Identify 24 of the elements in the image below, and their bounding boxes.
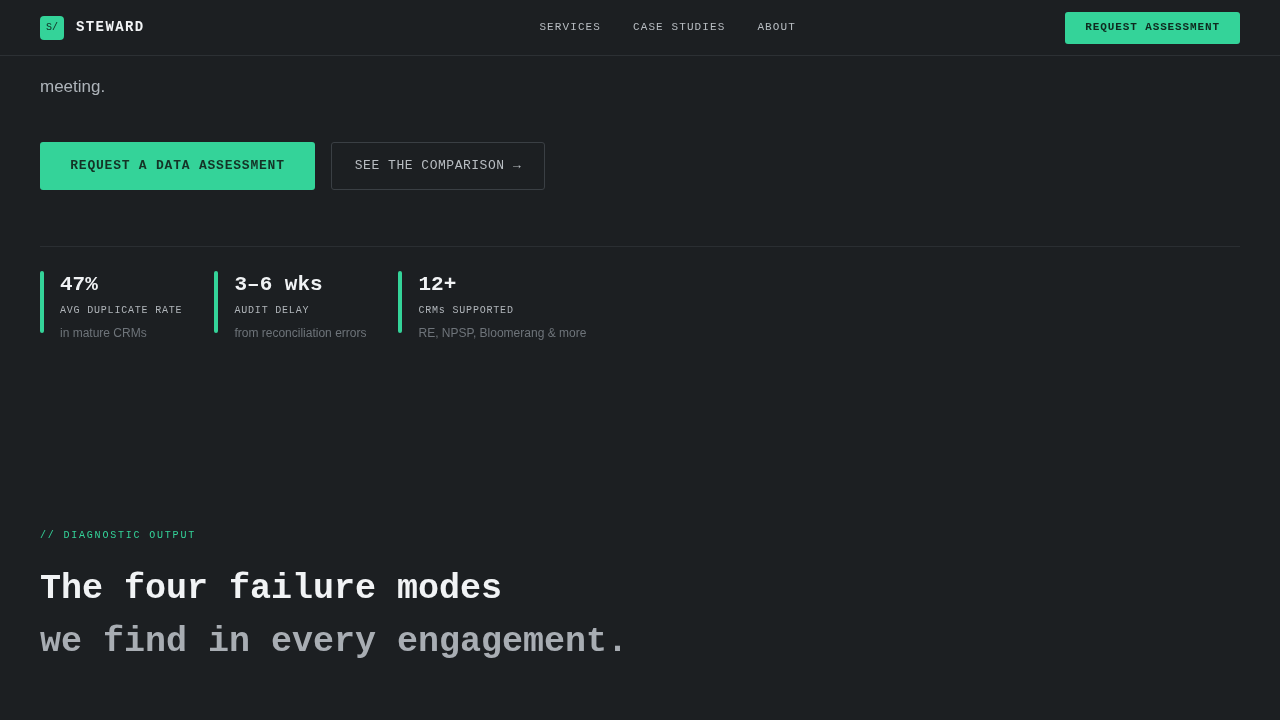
hero-text: meeting. [40,76,107,98]
accent-bar [214,271,219,333]
see-comparison-button[interactable]: SEE THE COMPARISON → [331,142,545,190]
brand-name: STEWARD [76,18,145,37]
stat-note: in mature CRMs [60,325,148,342]
request-data-assessment-button[interactable]: REQUEST A DATA ASSESSMENT [40,142,315,190]
nav-link[interactable]: SERVICES [539,19,601,36]
section-eyebrow: // DIAGNOSTIC OUTPUT [40,529,198,543]
nav-link[interactable]: CASE STUDIES [633,19,726,36]
section-subtitle: we find in every engagement. [40,621,630,664]
accent-bar [398,271,403,333]
stat-note: RE, NPSP, Bloomerang & more [418,325,587,342]
stat-value: 3–6 wks [234,272,324,298]
nav-link[interactable]: ABOUT [757,19,796,36]
logo-mark: S/ [40,15,64,40]
request-assessment-button[interactable]: REQUEST ASSESSMENT [1065,11,1240,44]
stat-note: from reconciliation errors [234,325,367,342]
section-title: The four failure modes [40,568,504,611]
stat-label: AVG DUPLICATE RATE [60,304,183,318]
stat-label: CRMs SUPPORTED [418,304,515,318]
stat-value: 12+ [418,272,458,298]
stat-value: 47% [60,272,99,298]
stat-label: AUDIT DELAY [234,304,311,318]
accent-bar [40,271,44,333]
